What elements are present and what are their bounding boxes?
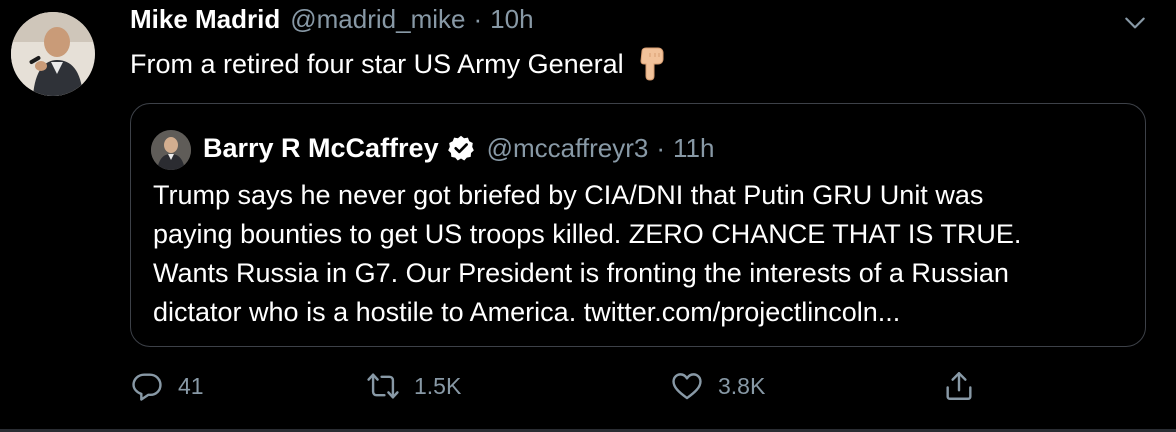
quoted-author-name[interactable]: Barry R McCaffrey	[203, 133, 439, 164]
general-portrait-image	[151, 130, 191, 170]
reply-icon	[132, 373, 162, 401]
retweet-button[interactable]: 1.5K	[366, 364, 461, 408]
quoted-text-line: Wants Russia in G7. Our President is fro…	[153, 258, 1009, 288]
quoted-text-line: Trump says he never got briefed by CIA/D…	[153, 180, 984, 210]
share-button[interactable]	[942, 364, 976, 408]
chevron-down-icon[interactable]	[1122, 10, 1148, 36]
separator-dot: ·	[656, 132, 665, 163]
quoted-tweet[interactable]: Barry R McCaffrey @mccaffreyr3 · 11h Tru…	[130, 103, 1146, 347]
tweet[interactable]: Mike Madrid @madrid_mike · 10h From a re…	[0, 0, 1176, 432]
retweet-icon	[367, 373, 399, 399]
person-speaking-image	[11, 12, 95, 96]
retweet-count: 1.5K	[414, 372, 462, 399]
heart-icon	[672, 373, 702, 400]
author-avatar[interactable]	[11, 12, 95, 96]
quoted-text-line: paying bounties to get US troops killed.…	[153, 219, 1022, 249]
pointing-down-hand-icon	[640, 47, 664, 81]
reply-count: 41	[178, 372, 204, 399]
quoted-author-handle[interactable]: @mccaffreyr3	[487, 133, 649, 164]
tweet-header: Mike Madrid @madrid_mike · 10h	[130, 4, 534, 40]
quoted-text-line: dictator who is a hostile to America. tw…	[153, 297, 901, 327]
separator-dot: ·	[473, 4, 483, 34]
quoted-author-avatar[interactable]	[151, 130, 191, 170]
reply-button[interactable]: 41	[130, 364, 204, 408]
tweet-text: From a retired four star US Army General	[130, 46, 666, 82]
like-button[interactable]: 3.8K	[670, 364, 765, 408]
author-name[interactable]: Mike Madrid	[130, 4, 280, 35]
verified-badge-icon	[447, 135, 474, 161]
quoted-timestamp[interactable]: 11h	[673, 133, 714, 164]
tweet-timestamp[interactable]: 10h	[490, 4, 533, 35]
like-count: 3.8K	[718, 372, 766, 399]
tweet-actions: 41 1.5K 3.8K	[130, 364, 990, 408]
share-icon	[946, 372, 972, 400]
quoted-header: Barry R McCaffrey @mccaffreyr3 · 11h	[203, 128, 714, 168]
tweet-text-content: From a retired four star US Army General	[130, 49, 624, 79]
quoted-text: Trump says he never got briefed by CIA/D…	[153, 176, 1133, 332]
author-handle[interactable]: @madrid_mike	[290, 4, 465, 35]
